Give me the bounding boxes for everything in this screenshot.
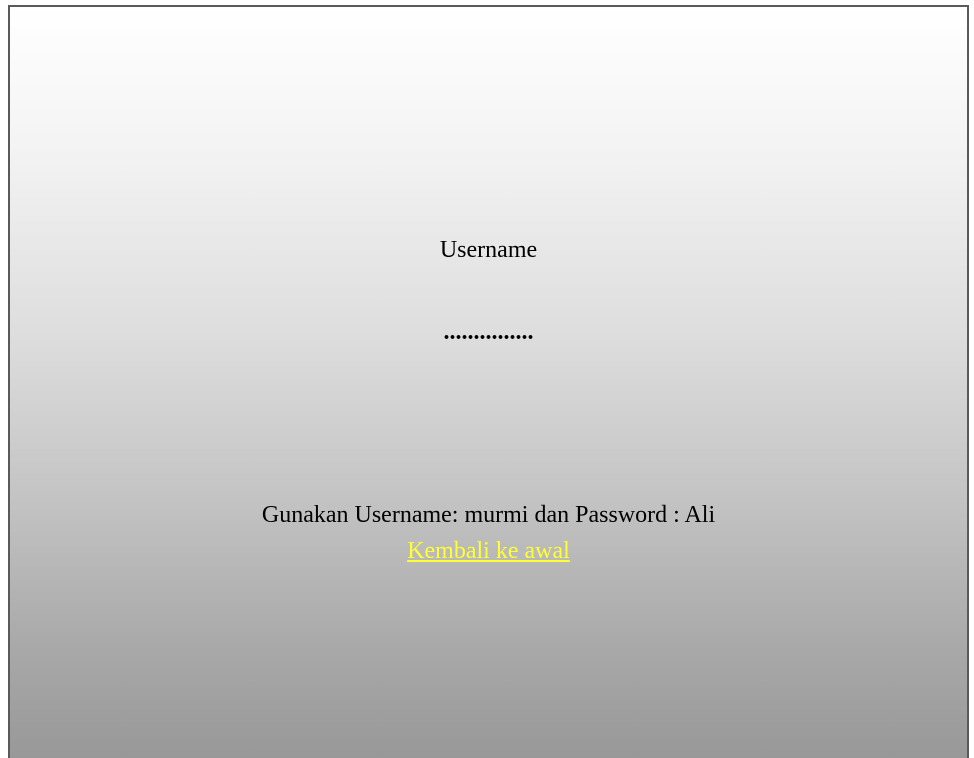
login-panel: Username ............... Gunakan Usernam… xyxy=(8,5,969,758)
back-link-container: Kembali ke awal xyxy=(10,538,967,565)
username-field[interactable]: Username xyxy=(10,237,967,264)
password-field[interactable]: ............... xyxy=(10,319,967,346)
login-hint-text: Gunakan Username: murmi dan Password : A… xyxy=(261,502,716,528)
back-to-start-link[interactable]: Kembali ke awal xyxy=(407,538,570,564)
